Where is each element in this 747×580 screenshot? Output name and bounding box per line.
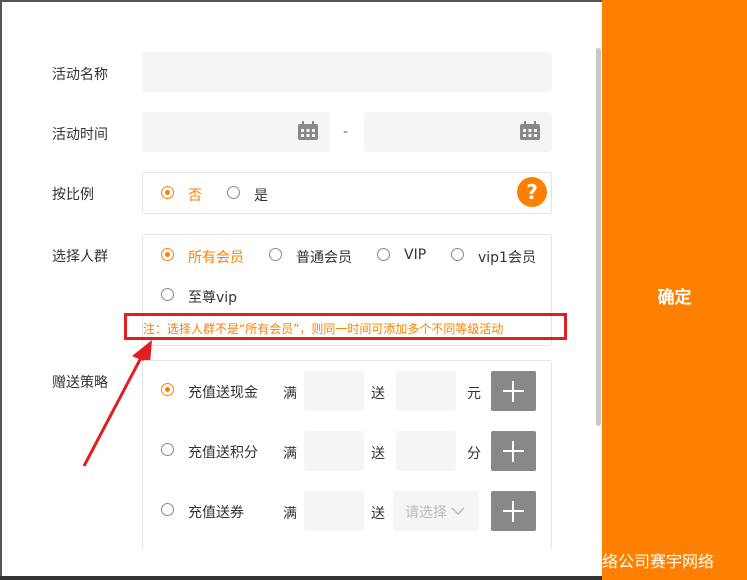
give-label: 送	[371, 386, 385, 402]
add-cash-rule-button[interactable]	[491, 371, 536, 411]
crowd-note: 注：选择人群不是“所有会员”，则同一时间可添加多个不同等级活动	[143, 322, 504, 336]
crowd-vip-radio[interactable]	[377, 248, 390, 261]
ratio-no-radio[interactable]	[161, 186, 174, 199]
crowd-all-radio[interactable]	[161, 248, 174, 261]
points-threshold-input[interactable]	[304, 431, 364, 471]
calendar-icon[interactable]	[519, 121, 541, 141]
strategy-points-label[interactable]: 充值送积分	[188, 442, 258, 462]
strategy-coupon-radio[interactable]	[161, 503, 174, 516]
strategy-points-radio[interactable]	[161, 443, 174, 456]
unit-points: 分	[467, 446, 481, 462]
coupon-select-placeholder: 请选择	[405, 505, 447, 521]
strategy-coupon-label[interactable]: 充值送券	[188, 502, 244, 522]
crowd-normal-radio[interactable]	[269, 248, 282, 261]
strategy-cash-label[interactable]: 充值送现金	[188, 382, 258, 402]
strategy-label: 赠送策略	[52, 375, 108, 391]
crowd-option-normal[interactable]: 普通会员	[296, 247, 352, 267]
full-label: 满	[283, 506, 297, 522]
coupon-select[interactable]: 请选择	[393, 491, 479, 531]
activity-form: 活动名称 活动时间 - 按比例 否 是 ? 选择人群 所有会员 普通会员 VIP…	[0, 0, 602, 580]
give-label: 送	[371, 506, 385, 522]
add-coupon-rule-button[interactable]	[491, 491, 536, 531]
ratio-no-option[interactable]: 否	[188, 185, 202, 205]
unit-yuan: 元	[467, 386, 481, 402]
ratio-yes-option[interactable]: 是	[254, 185, 268, 205]
ratio-label: 按比例	[52, 187, 94, 203]
coupon-threshold-input[interactable]	[304, 491, 364, 531]
confirm-button[interactable]: 确定	[602, 283, 747, 308]
ratio-yes-radio[interactable]	[227, 186, 240, 199]
activity-name-label: 活动名称	[52, 67, 108, 83]
crowd-vip1-radio[interactable]	[451, 248, 464, 261]
add-points-rule-button[interactable]	[491, 431, 536, 471]
full-label: 满	[283, 446, 297, 462]
full-label: 满	[283, 386, 297, 402]
points-amount-input[interactable]	[396, 431, 456, 471]
cash-threshold-input[interactable]	[304, 371, 364, 411]
crowd-option-supreme[interactable]: 至尊vip	[188, 287, 237, 307]
scrollbar[interactable]	[596, 48, 601, 426]
bottom-border	[0, 576, 602, 580]
crowd-option-all[interactable]: 所有会员	[188, 247, 244, 267]
confirm-panel[interactable]: 确定	[602, 0, 747, 580]
chevron-down-icon	[451, 507, 465, 516]
cash-amount-input[interactable]	[396, 371, 456, 411]
activity-time-label: 活动时间	[52, 127, 108, 143]
activity-name-input[interactable]	[142, 52, 552, 92]
give-label: 送	[371, 446, 385, 462]
strategy-cash-radio[interactable]	[161, 383, 174, 396]
crowd-option-vip1[interactable]: vip1会员	[478, 247, 536, 267]
crowd-option-vip[interactable]: VIP	[404, 247, 426, 263]
ratio-box	[142, 172, 552, 214]
help-icon[interactable]: ?	[517, 177, 547, 207]
crowd-label: 选择人群	[52, 249, 108, 265]
watermark-text: 络公司赛宇网络	[602, 552, 715, 571]
crowd-supreme-radio[interactable]	[161, 288, 174, 301]
calendar-icon[interactable]	[297, 121, 319, 141]
time-separator: -	[343, 124, 349, 140]
